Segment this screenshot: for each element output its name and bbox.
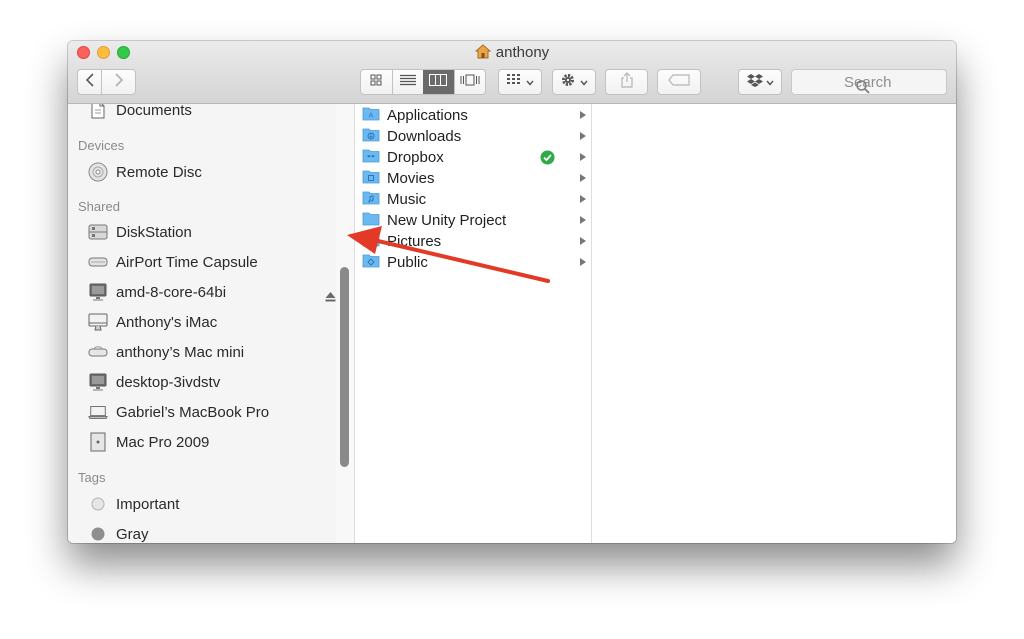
chevron-right-icon: [114, 72, 124, 92]
sidebar-heading-devices: Devices: [78, 138, 125, 153]
sidebar: Documents Devices Remote Disc Shared Dis…: [68, 104, 337, 543]
folder-dropbox[interactable]: Dropbox: [355, 147, 591, 168]
movies-folder-icon: [362, 169, 380, 188]
cover-flow-button[interactable]: [453, 70, 486, 94]
chevron-down-icon: [526, 73, 534, 91]
column-empty: [592, 104, 956, 543]
view-mode-control: [360, 69, 486, 95]
disclosure-arrow-icon: [580, 258, 586, 266]
sidebar-item-desktop[interactable]: desktop-3ivdstv: [88, 371, 220, 393]
disclosure-arrow-icon: [580, 153, 586, 161]
forward-button[interactable]: [101, 69, 136, 95]
gear-icon: [560, 72, 576, 93]
folder-public[interactable]: Public: [355, 252, 591, 273]
folder-music[interactable]: Music: [355, 189, 591, 210]
pictures-folder-icon: [362, 232, 380, 251]
sidebar-item-airport[interactable]: AirPort Time Capsule: [88, 251, 258, 273]
arrange-button[interactable]: [498, 69, 542, 95]
finder-window: anthony Search Documents Devices Remote …: [68, 41, 956, 543]
cover-flow-icon: [460, 73, 480, 91]
disclosure-arrow-icon: [580, 237, 586, 245]
sidebar-item-macbook-pro[interactable]: Gabriel’s MacBook Pro: [88, 401, 269, 423]
tag-dot-icon: [88, 494, 108, 514]
tags-button[interactable]: [657, 69, 701, 95]
music-folder-icon: [362, 190, 380, 209]
monitor-icon: [88, 372, 108, 392]
column-view-button[interactable]: [423, 70, 454, 94]
dropbox-icon: [746, 73, 763, 92]
sidebar-item-mac-pro[interactable]: Mac Pro 2009: [88, 431, 209, 453]
sidebar-item-diskstation[interactable]: DiskStation: [88, 221, 192, 243]
dropbox-button[interactable]: [738, 69, 782, 95]
column-home: A Applications Downloads Dropbox Movies …: [355, 104, 592, 543]
document-icon: [88, 104, 108, 120]
share-button[interactable]: [605, 69, 648, 95]
folder-new-unity-project[interactable]: New Unity Project: [355, 210, 591, 231]
folder-movies[interactable]: Movies: [355, 168, 591, 189]
disc-icon: [88, 162, 108, 182]
column-view-icon: [429, 73, 448, 91]
sidebar-scroll-thumb[interactable]: [340, 267, 349, 467]
disclosure-arrow-icon: [580, 111, 586, 119]
laptop-icon: [88, 402, 108, 422]
chevron-down-icon: [580, 73, 588, 91]
window-title-area: anthony: [68, 44, 956, 63]
mac-mini-icon: [88, 342, 108, 362]
applications-folder-icon: A: [362, 106, 380, 125]
chevron-down-icon: [765, 73, 774, 91]
airport-icon: [88, 252, 108, 272]
svg-text:A: A: [369, 112, 374, 120]
sidebar-item-mac-mini[interactable]: anthony’s Mac mini: [88, 341, 244, 363]
disclosure-arrow-icon: [580, 132, 586, 140]
back-button[interactable]: [77, 69, 102, 95]
tag-dot-icon: [88, 524, 108, 543]
sidebar-item-anthonys-imac[interactable]: Anthony's iMac: [88, 311, 217, 333]
disclosure-arrow-icon: [580, 174, 586, 182]
sidebar-item-tag-important[interactable]: Important: [88, 493, 179, 515]
disclosure-arrow-icon: [580, 195, 586, 203]
search-field[interactable]: Search: [791, 69, 947, 95]
list-view-icon: [399, 73, 416, 91]
home-icon: [474, 44, 492, 63]
tag-icon: [668, 73, 690, 91]
downloads-folder-icon: [362, 127, 380, 146]
arrange-grid-icon: [506, 73, 522, 91]
icon-view-button[interactable]: [361, 70, 392, 94]
eject-icon[interactable]: [325, 289, 336, 307]
server-icon: [88, 222, 108, 242]
public-folder-icon: [362, 253, 380, 272]
folder-pictures[interactable]: Pictures: [355, 231, 591, 252]
folder-icon: [362, 211, 380, 230]
imac-icon: [88, 312, 108, 332]
toolbar: anthony Search: [68, 41, 956, 104]
action-button[interactable]: [552, 69, 596, 95]
mac-pro-icon: [88, 432, 108, 452]
monitor-icon: [88, 282, 108, 302]
sidebar-item-tag-gray[interactable]: Gray: [88, 523, 149, 543]
chevron-left-icon: [85, 72, 95, 92]
share-icon: [620, 71, 634, 93]
window-title: anthony: [495, 44, 550, 61]
dropbox-folder-icon: [362, 148, 380, 167]
list-view-button[interactable]: [391, 70, 424, 94]
sidebar-item-documents[interactable]: Documents: [88, 104, 192, 121]
sidebar-heading-shared: Shared: [78, 199, 120, 214]
sidebar-item-amd[interactable]: amd-8-core-64bi: [88, 281, 226, 303]
sidebar-item-remote-disc[interactable]: Remote Disc: [88, 161, 202, 183]
sync-complete-icon: [540, 150, 555, 169]
icon-view-icon: [370, 73, 382, 91]
folder-applications[interactable]: A Applications: [355, 105, 591, 126]
folder-downloads[interactable]: Downloads: [355, 126, 591, 147]
sidebar-heading-tags: Tags: [78, 470, 106, 485]
disclosure-arrow-icon: [580, 216, 586, 224]
